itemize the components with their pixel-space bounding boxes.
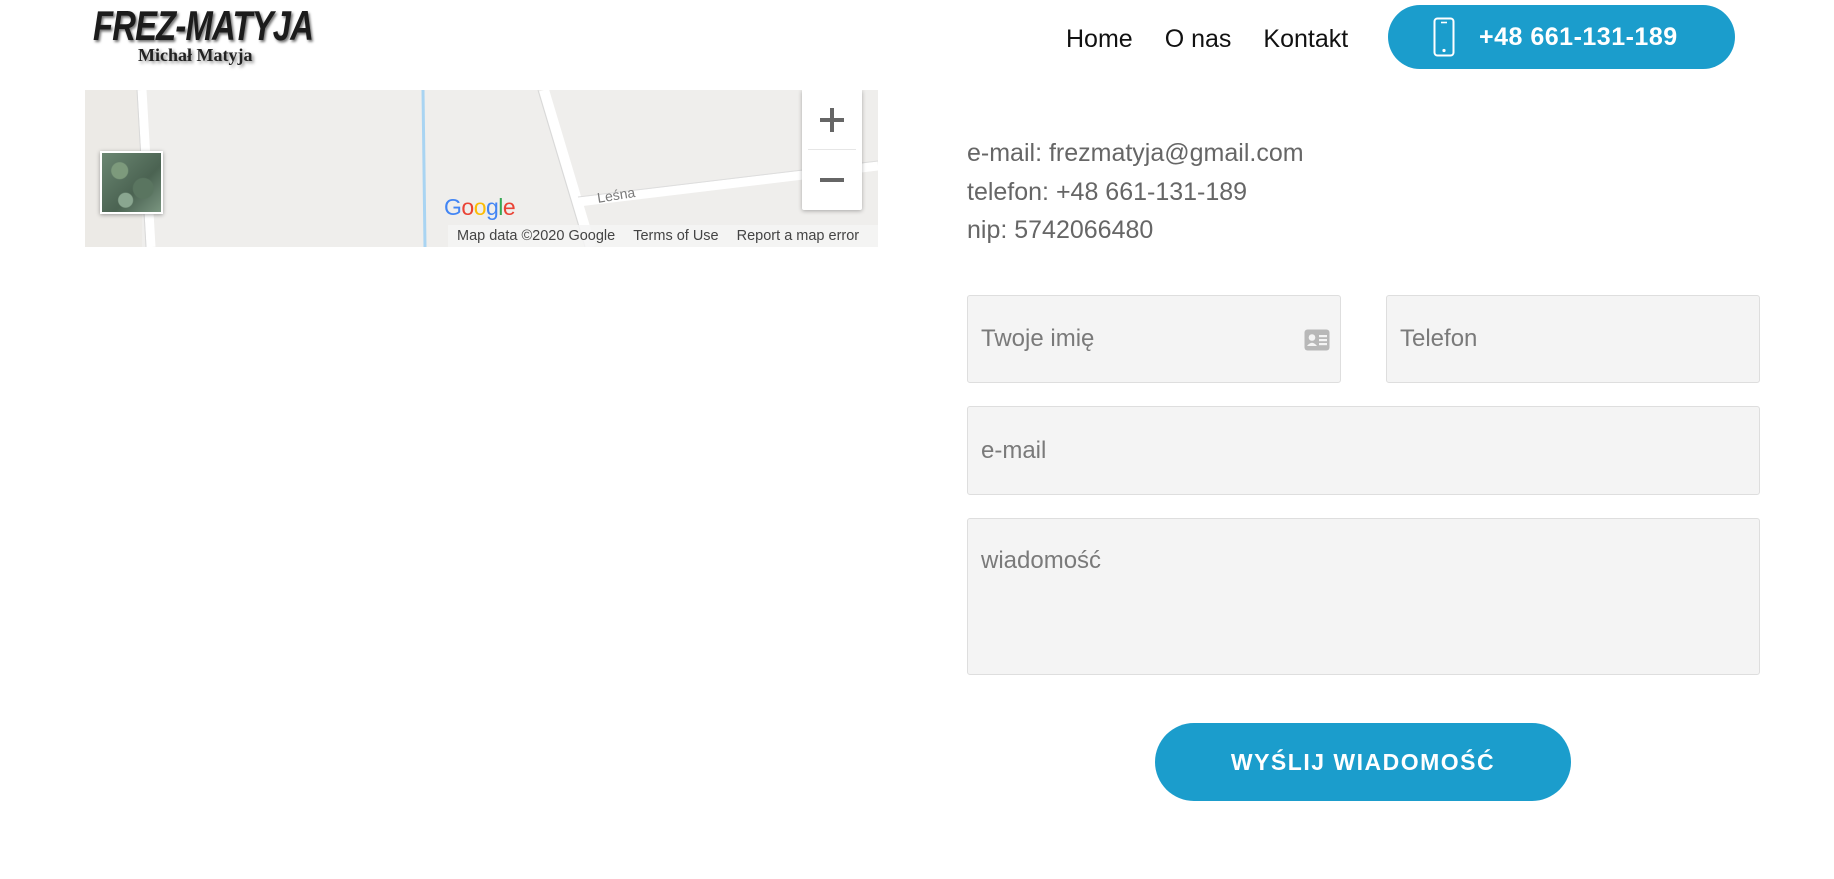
logo[interactable]: FREZ-MATYJA Michał Matyja: [93, 2, 314, 74]
phone-call-button[interactable]: +48 661-131-189: [1388, 5, 1735, 69]
zoom-in-button[interactable]: [802, 90, 862, 150]
main-nav: Home O nas Kontakt: [1066, 22, 1348, 56]
mobile-phone-icon: [1433, 17, 1455, 57]
site-header: FREZ-MATYJA Michał Matyja Home O nas Kon…: [0, 0, 1834, 90]
minus-icon: [820, 178, 844, 182]
contact-details: e-mail: frezmatyja@gmail.com telefon: +4…: [967, 134, 1304, 250]
zoom-out-button[interactable]: [802, 150, 862, 210]
contact-phone[interactable]: telefon: +48 661-131-189: [967, 173, 1304, 212]
map-attribution: Map data ©2020 Google Terms of Use Repor…: [448, 225, 878, 247]
contact-email[interactable]: e-mail: frezmatyja@gmail.com: [967, 134, 1304, 173]
logo-sub-text: Michał Matyja: [138, 45, 253, 65]
report-map-error-link[interactable]: Report a map error: [737, 228, 860, 244]
phone-field-wrapper: [1386, 295, 1760, 383]
message-textarea[interactable]: [968, 519, 1759, 674]
nav-home[interactable]: Home: [1066, 25, 1133, 54]
contact-card-icon: [1304, 329, 1330, 351]
map-data-credit: Map data ©2020 Google: [457, 228, 616, 244]
satellite-view-toggle[interactable]: [100, 151, 163, 214]
email-field-wrapper: [967, 406, 1760, 495]
name-field-wrapper: [967, 295, 1341, 383]
terms-of-use-link[interactable]: Terms of Use: [633, 228, 718, 244]
message-field-wrapper: [967, 518, 1760, 675]
phone-input[interactable]: [1387, 296, 1759, 382]
google-logo: Google: [444, 194, 516, 220]
name-input[interactable]: [968, 296, 1340, 382]
logo-main-text: FREZ-MATYJA: [93, 2, 314, 49]
contact-nip: nip: 5742066480: [967, 216, 1154, 244]
map-zoom-controls: [802, 90, 862, 210]
send-message-button[interactable]: WYŚLIJ WIADOMOŚĆ: [1155, 723, 1571, 801]
google-map[interactable]: Leśna Google Map data ©2020 Google Terms…: [85, 90, 878, 247]
map-roads: [85, 90, 878, 247]
plus-icon: [820, 108, 844, 132]
nav-kontakt[interactable]: Kontakt: [1263, 25, 1348, 54]
nav-o-nas[interactable]: O nas: [1165, 25, 1232, 54]
phone-button-label: +48 661-131-189: [1479, 22, 1678, 51]
email-input[interactable]: [968, 407, 1759, 494]
